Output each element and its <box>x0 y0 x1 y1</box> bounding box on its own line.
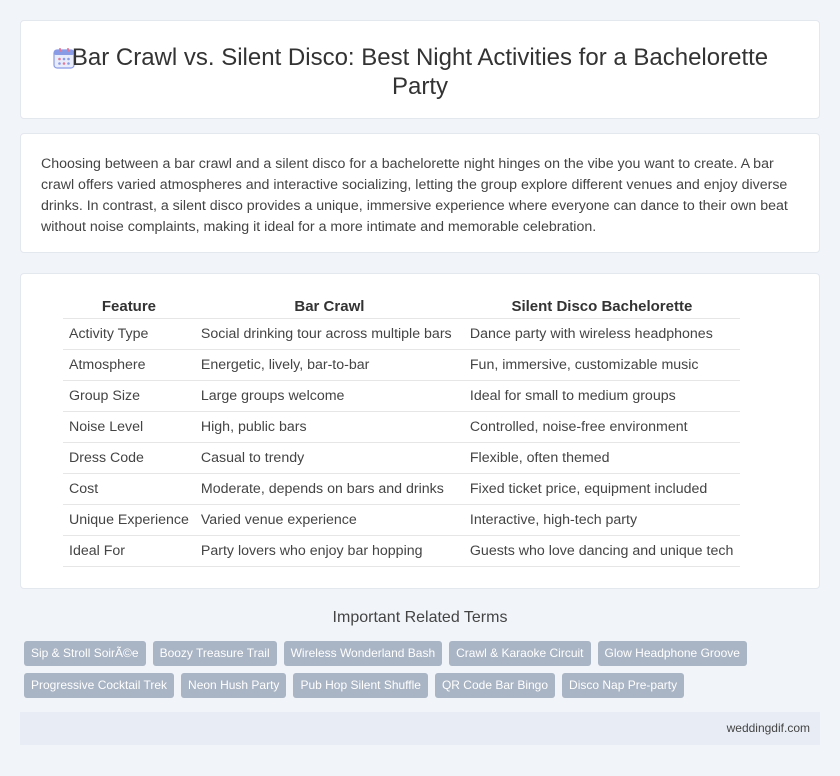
page-title: Bar Crawl vs. Silent Disco: Best Night A… <box>71 44 769 100</box>
table-header-row: Feature Bar Crawl Silent Disco Bachelore… <box>63 296 740 319</box>
table-cell: Dress Code <box>63 442 195 474</box>
table-cell: Ideal for small to medium groups <box>463 380 740 412</box>
table-cell: Cost <box>63 473 195 505</box>
table-cell: High, public bars <box>194 411 464 443</box>
table-cell: Group Size <box>63 380 195 412</box>
table-cell: Casual to trendy <box>194 442 464 474</box>
related-tag[interactable]: QR Code Bar Bingo <box>434 673 556 698</box>
table-cell: Guests who love dancing and unique tech <box>463 535 740 567</box>
table-row: Noise Level High, public bars Controlled… <box>63 411 740 443</box>
header-feature: Feature <box>63 296 195 319</box>
table-cell: Controlled, noise-free environment <box>463 411 740 443</box>
footer: weddingdif.com <box>20 712 820 745</box>
header-bar-crawl: Bar Crawl <box>194 296 464 319</box>
comparison-card: Feature Bar Crawl Silent Disco Bachelore… <box>20 273 820 589</box>
table-row: Dress Code Casual to trendy Flexible, of… <box>63 442 740 474</box>
related-tag[interactable]: Progressive Cocktail Trek <box>24 673 175 698</box>
table-cell: Party lovers who enjoy bar hopping <box>194 535 464 567</box>
table-cell: Unique Experience <box>63 504 195 536</box>
intro-card: Choosing between a bar crawl and a silen… <box>20 133 820 253</box>
table-cell: Flexible, often themed <box>463 442 740 474</box>
header-silent-disco: Silent Disco Bachelorette <box>463 296 740 319</box>
table-row: Ideal For Party lovers who enjoy bar hop… <box>63 535 740 567</box>
table-cell: Noise Level <box>63 411 195 443</box>
related-terms-title: Important Related Terms <box>332 609 508 626</box>
title-card: Bar Crawl vs. Silent Disco: Best Night A… <box>20 20 820 119</box>
table-cell: Moderate, depends on bars and drinks <box>194 473 464 505</box>
table-row: Cost Moderate, depends on bars and drink… <box>63 473 740 505</box>
table-cell: Fun, immersive, customizable music <box>463 349 740 381</box>
related-tag[interactable]: Disco Nap Pre-party <box>562 673 685 698</box>
table-row: Unique Experience Varied venue experienc… <box>63 504 740 536</box>
table-cell: Fixed ticket price, equipment included <box>463 473 740 505</box>
table-cell: Interactive, high-tech party <box>463 504 740 536</box>
table-cell: Ideal For <box>63 535 195 567</box>
table-cell: Dance party with wireless headphones <box>463 318 740 350</box>
related-tag[interactable]: Crawl & Karaoke Circuit <box>449 641 591 666</box>
table-cell: Varied venue experience <box>194 504 464 536</box>
related-tag[interactable]: Boozy Treasure Trail <box>152 641 277 666</box>
related-tag[interactable]: Sip & Stroll SoirÃ©e <box>24 641 146 666</box>
table-row: Activity Type Social drinking tour acros… <box>63 318 740 350</box>
footer-site-link[interactable]: weddingdif.com <box>727 721 810 735</box>
related-tag[interactable]: Wireless Wonderland Bash <box>283 641 443 666</box>
related-tag[interactable]: Pub Hop Silent Shuffle <box>293 673 428 698</box>
related-tag[interactable]: Neon Hush Party <box>181 673 287 698</box>
intro-paragraph: Choosing between a bar crawl and a silen… <box>41 156 788 235</box>
table-row: Atmosphere Energetic, lively, bar-to-bar… <box>63 349 740 381</box>
table-cell: Activity Type <box>63 318 195 350</box>
table-cell: Atmosphere <box>63 349 195 381</box>
table-cell: Large groups welcome <box>194 380 464 412</box>
related-tag[interactable]: Glow Headphone Groove <box>597 641 747 666</box>
table-cell: Social drinking tour across multiple bar… <box>194 318 464 350</box>
table-row: Group Size Large groups welcome Ideal fo… <box>63 380 740 412</box>
comparison-table: Feature Bar Crawl Silent Disco Bachelore… <box>63 296 740 567</box>
related-tags: Sip & Stroll SoirÃ©e Boozy Treasure Trai… <box>24 641 784 705</box>
table-cell: Energetic, lively, bar-to-bar <box>194 349 464 381</box>
